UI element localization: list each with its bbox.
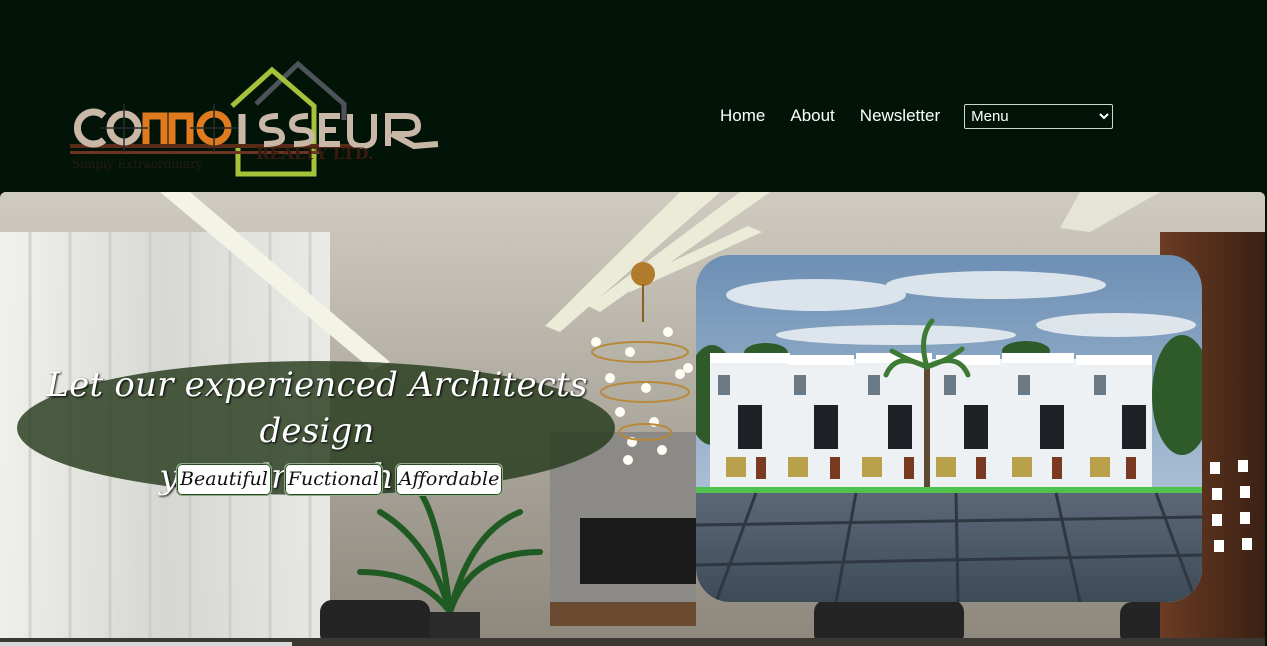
feature-tags: Beautiful Fuctional Affordable xyxy=(176,463,515,496)
site-header: REALTY LTD. Simply Extraordinary Home Ab… xyxy=(0,0,1267,192)
headline-line-1: Let our experienced Architects design xyxy=(46,365,588,451)
company-logo[interactable]: REALTY LTD. Simply Extraordinary xyxy=(66,58,446,182)
tag-functional: Fuctional xyxy=(283,463,383,496)
property-photo xyxy=(696,255,1202,602)
nav-about-link[interactable]: About xyxy=(790,106,834,126)
main-nav: Home About Newsletter Menu xyxy=(720,103,1114,129)
menu-dropdown[interactable]: Menu xyxy=(964,103,1114,129)
nav-home-link[interactable]: Home xyxy=(720,106,765,126)
nav-newsletter-link[interactable]: Newsletter xyxy=(860,106,940,126)
tag-affordable: Affordable xyxy=(394,463,504,496)
svg-text:Simply Extraordinary: Simply Extraordinary xyxy=(72,157,203,171)
tag-beautiful: Beautiful xyxy=(176,463,272,496)
svg-text:REALTY LTD.: REALTY LTD. xyxy=(256,144,373,163)
hero-section: Let our experienced Architects design yo… xyxy=(0,192,1265,646)
